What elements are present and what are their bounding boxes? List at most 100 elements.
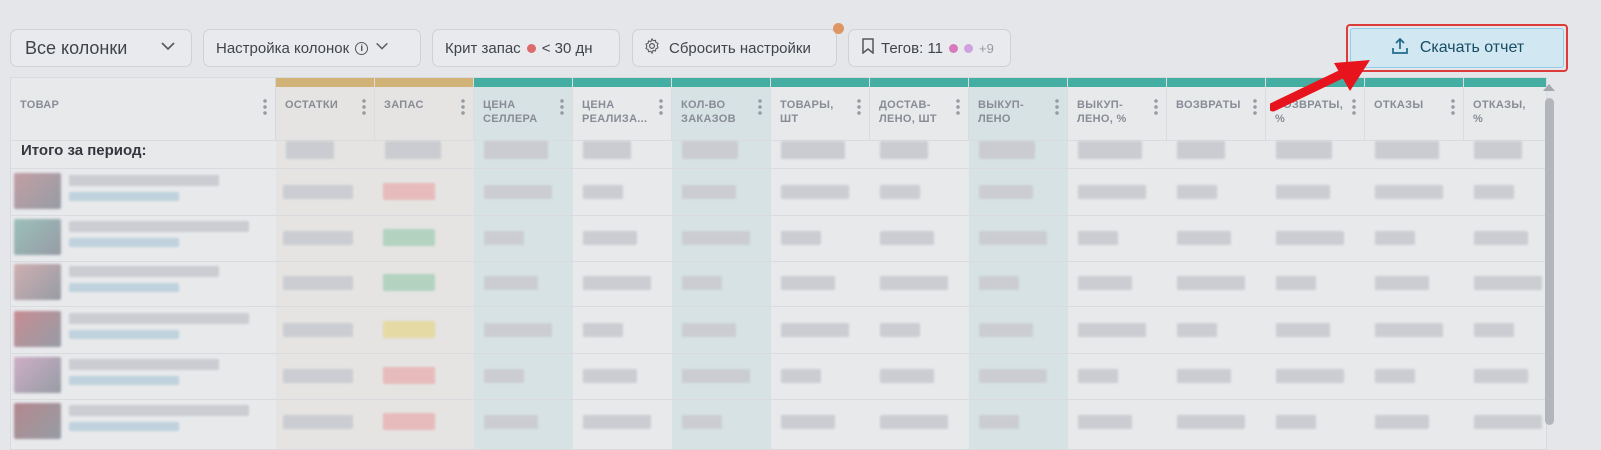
column-menu-icon[interactable]	[1352, 98, 1356, 116]
redacted-cell	[69, 422, 179, 431]
column-menu-icon[interactable]	[1055, 98, 1059, 116]
column-menu-icon[interactable]	[362, 98, 366, 116]
redacted-cell	[283, 231, 353, 245]
column-header-label: ЦЕНА	[582, 99, 615, 111]
column-header[interactable]: ОТКАЗЫ	[1365, 78, 1464, 140]
redacted-cell	[69, 359, 219, 370]
row-divider	[11, 306, 1546, 307]
redacted-cell	[383, 321, 435, 338]
vertical-scrollbar[interactable]	[1545, 98, 1554, 425]
redacted-cell	[1276, 369, 1344, 383]
column-header[interactable]: КОЛ-ВО ЗАКАЗОВ	[672, 78, 771, 140]
reset-settings-label: Сбросить настройки	[669, 39, 811, 57]
redacted-cell	[880, 231, 934, 245]
redacted-cell	[484, 231, 524, 245]
redacted-cell	[682, 276, 722, 290]
redacted-cell	[583, 141, 631, 159]
column-menu-icon[interactable]	[461, 98, 465, 116]
redacted-cell	[979, 141, 1035, 159]
column-header-label: ВОЗВРАТЫ,	[1275, 99, 1344, 111]
redacted-cell	[383, 274, 435, 291]
column-header[interactable]: ОТКАЗЫ,%	[1464, 78, 1546, 140]
redacted-cell	[781, 276, 835, 290]
product-thumbnail[interactable]	[14, 173, 61, 209]
column-header[interactable]: ВОЗВРАТЫ	[1167, 78, 1266, 140]
redacted-cell	[979, 369, 1047, 383]
product-thumbnail[interactable]	[14, 264, 61, 300]
column-header-label: ВОЗВРАТЫ	[1176, 99, 1241, 111]
product-thumbnail[interactable]	[14, 219, 61, 255]
column-header-product[interactable]: ТОВАР	[11, 78, 276, 140]
redacted-cell	[1177, 415, 1245, 429]
redacted-cell	[1177, 141, 1225, 159]
column-header[interactable]: ВЫКУП- ЛЕНО, %	[1068, 78, 1167, 140]
redacted-cell	[1375, 276, 1429, 290]
redacted-cell	[283, 185, 353, 199]
column-header-label: ОТКАЗЫ	[1374, 99, 1424, 111]
redacted-cell	[682, 415, 722, 429]
product-thumbnail[interactable]	[14, 311, 61, 347]
column-menu-icon[interactable]	[659, 98, 663, 116]
column-menu-icon[interactable]	[1451, 98, 1455, 116]
column-header-label: ТОВАР	[20, 99, 60, 111]
redacted-cell	[1177, 276, 1245, 290]
redacted-cell	[1276, 276, 1316, 290]
column-header-label: ВЫКУП-	[1077, 99, 1123, 111]
redacted-cell	[1078, 276, 1132, 290]
redacted-cell	[682, 369, 750, 383]
reset-settings-button[interactable]: Сбросить настройки	[632, 29, 837, 67]
tags-filter[interactable]: Тегов: 11 +9	[848, 29, 1011, 67]
product-thumbnail[interactable]	[14, 403, 61, 439]
column-header-label-line2: %	[1473, 113, 1484, 125]
column-menu-icon[interactable]	[758, 98, 762, 116]
column-header[interactable]: ЦЕНА СЕЛЛЕРА	[474, 78, 573, 140]
redacted-cell	[1474, 276, 1542, 290]
column-header-label: ЦЕНА	[483, 99, 516, 111]
crit-stock-threshold: < 30 дн	[541, 39, 593, 57]
redacted-cell	[1474, 415, 1542, 429]
column-header[interactable]: ВЫКУП- ЛЕНО	[969, 78, 1068, 140]
redacted-cell	[979, 231, 1047, 245]
column-header[interactable]: ДОСТАВ- ЛЕНО, ШТ	[870, 78, 969, 140]
redacted-cell	[583, 231, 637, 245]
column-header[interactable]: ВОЗВРАТЫ,%	[1266, 78, 1365, 140]
redacted-cell	[383, 367, 435, 384]
row-divider	[11, 215, 1546, 216]
redacted-cell	[1276, 141, 1332, 159]
column-header[interactable]: ОСТАТКИ	[276, 78, 375, 140]
redacted-cell	[69, 313, 249, 324]
column-menu-icon[interactable]	[263, 98, 267, 116]
columns-select[interactable]: Все колонки	[10, 29, 192, 67]
redacted-cell	[1474, 141, 1522, 159]
info-icon: i	[355, 41, 369, 55]
column-menu-icon[interactable]	[1253, 98, 1257, 116]
redacted-cell	[1276, 415, 1316, 429]
column-header[interactable]: ЗАПАС	[375, 78, 474, 140]
column-menu-icon[interactable]	[857, 98, 861, 116]
column-menu-icon[interactable]	[1154, 98, 1158, 116]
columns-settings-button[interactable]: Настройка колонок i	[203, 29, 421, 67]
column-menu-icon[interactable]	[560, 98, 564, 116]
column-menu-icon[interactable]	[956, 98, 960, 116]
redacted-cell	[385, 141, 441, 159]
total-label: Итого за период:	[21, 142, 147, 159]
redacted-cell	[1474, 369, 1528, 383]
redacted-cell	[69, 221, 249, 232]
column-header[interactable]: ТОВАРЫ, ШТ	[771, 78, 870, 140]
crit-stock-filter[interactable]: Крит запас < 30 дн	[432, 29, 620, 67]
redacted-cell	[484, 185, 552, 199]
redacted-cell	[283, 323, 353, 337]
scroll-up-arrow[interactable]	[1543, 84, 1555, 91]
upload-icon	[1390, 36, 1410, 61]
product-thumbnail[interactable]	[14, 357, 61, 393]
redacted-cell	[1375, 185, 1443, 199]
download-report-button[interactable]: Скачать отчет	[1350, 28, 1564, 68]
column-header-label-line2: СЕЛЛЕРА	[483, 113, 538, 125]
redacted-cell	[484, 276, 538, 290]
tags-more: +9	[979, 40, 994, 56]
column-header[interactable]: ЦЕНА РЕАЛИЗА...	[573, 78, 672, 140]
column-header-label-line2: ЛЕНО, %	[1077, 113, 1127, 125]
redacted-cell	[1474, 231, 1528, 245]
redacted-cell	[1177, 231, 1231, 245]
column-header-label: КОЛ-ВО	[681, 99, 726, 111]
